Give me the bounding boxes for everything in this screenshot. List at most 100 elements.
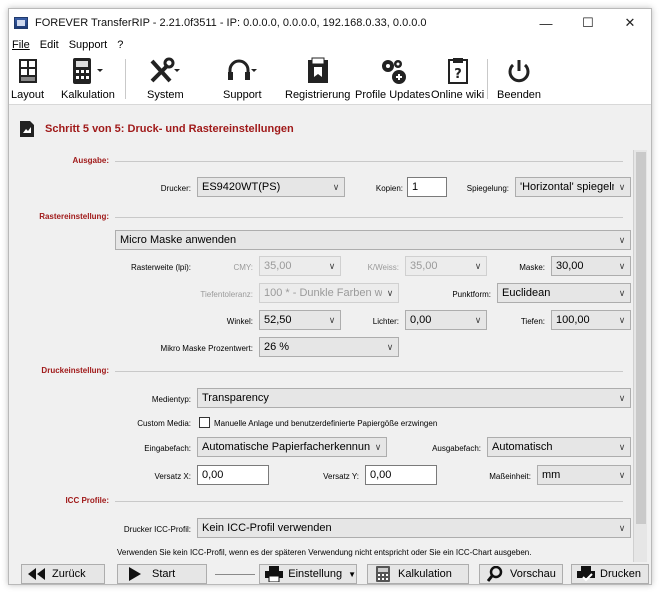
eingabefach-select[interactable]: Automatische Papierfacherkennung ∨ — [197, 437, 387, 457]
toolbar-kalkulation-button[interactable]: Kalkulation — [61, 55, 115, 101]
medientyp-select[interactable]: Transparency ∨ — [197, 388, 631, 408]
wizard-content: Schritt 5 von 5: Druck- und Rastereinste… — [9, 106, 651, 584]
print-settings-icon — [20, 121, 34, 137]
chevron-down-icon: ∨ — [618, 392, 626, 403]
zurueck-label: Zurück — [52, 568, 86, 580]
tiefen-select[interactable]: 100,00 ∨ — [551, 310, 631, 330]
toolbar-system-button[interactable]: System — [147, 55, 184, 101]
versatz-y-input[interactable]: 0,00 — [365, 465, 437, 485]
icc-hint: Verwenden Sie kein ICC-Profil, wenn es d… — [117, 548, 532, 557]
toolbar-support-button[interactable]: Support — [223, 55, 262, 101]
play-icon — [118, 567, 152, 581]
title-bar: FOREVER TransferRIP - 2.21.0f3511 - IP: … — [9, 9, 651, 37]
power-icon — [506, 55, 532, 87]
menu-help[interactable]: ? — [117, 39, 123, 51]
drucker-icc-select[interactable]: Kein ICC-Profil verwenden ∨ — [197, 518, 631, 538]
drucker-icc-value: Kein ICC-Profil verwenden — [202, 522, 332, 534]
maske-select[interactable]: 30,00 ∨ — [551, 256, 631, 276]
custom-media-checkbox[interactable] — [199, 417, 210, 428]
toolbar-registrierung-button[interactable]: Registrierung — [285, 55, 350, 101]
layout-icon — [18, 55, 38, 87]
wiki-clipboard-icon: ? — [447, 55, 469, 87]
kweiss-label: K/Weiss: — [367, 263, 399, 272]
custom-media-label: Custom Media: — [137, 419, 191, 428]
window-title: FOREVER TransferRIP - 2.21.0f3511 - IP: … — [35, 17, 427, 29]
mikro-maske-value: 26 % — [264, 341, 290, 353]
mikro-maske-select[interactable]: 26 % ∨ — [259, 337, 399, 357]
toolbar-separator — [125, 59, 126, 99]
medientyp-label: Medientyp: — [151, 395, 191, 404]
vertical-scrollbar[interactable] — [633, 150, 647, 562]
maske-label: Maske: — [519, 263, 545, 272]
drucker-label: Drucker: — [160, 184, 191, 193]
raster-mode-select[interactable]: Micro Maske anwenden ∨ — [115, 230, 631, 250]
close-button[interactable]: ✕ — [609, 9, 651, 37]
headset-icon — [225, 55, 259, 87]
winkel-label: Winkel: — [226, 317, 253, 326]
ausgabefach-select[interactable]: Automatisch ∨ — [487, 437, 631, 457]
section-divider — [115, 501, 623, 502]
toolbar-registrierung-label: Registrierung — [285, 89, 351, 101]
raster-mode-value: Micro Maske anwenden — [120, 234, 237, 246]
start-button[interactable]: Start — [117, 564, 207, 584]
menu-file[interactable]: File — [12, 39, 30, 51]
tiefentoleranz-select[interactable]: 100 * - Dunkle Farben weniger ∨ — [259, 283, 399, 303]
maximize-button[interactable]: ☐ — [567, 9, 609, 37]
cmy-select[interactable]: 35,00 ∨ — [259, 256, 341, 276]
menu-edit[interactable]: Edit — [40, 39, 59, 51]
toolbar-layout-button[interactable]: Layout — [11, 55, 44, 101]
zurueck-button[interactable]: Zurück — [21, 564, 105, 584]
kweiss-select[interactable]: 35,00 ∨ — [405, 256, 487, 276]
toolbar-online-wiki-button[interactable]: ? Online wiki — [431, 55, 484, 101]
spiegelung-select[interactable]: 'Horizontal' spiegeln ∨ — [515, 177, 631, 197]
chevron-down-icon: ∨ — [618, 234, 626, 245]
einstellung-button[interactable]: Einstellung ▼ — [259, 564, 357, 584]
masseinheit-label: Maßeinheit: — [489, 472, 531, 481]
winkel-select[interactable]: 52,50 ∨ — [259, 310, 341, 330]
chevron-down-icon: ∨ — [618, 522, 626, 533]
chevron-down-icon: ∨ — [328, 314, 336, 325]
menu-support[interactable]: Support — [69, 39, 108, 51]
step-title: Schritt 5 von 5: Druck- und Rastereinste… — [45, 123, 294, 135]
minimize-button[interactable]: — — [525, 9, 567, 37]
double-left-arrow-icon — [22, 568, 52, 580]
scrollbar-thumb[interactable] — [636, 152, 646, 524]
toolbar: Layout Kalkulation System Support Regist… — [9, 53, 651, 105]
kopien-label: Kopien: — [375, 184, 403, 193]
cmy-label: CMY: — [233, 263, 253, 272]
toolbar-beenden-button[interactable]: Beenden — [497, 55, 541, 101]
chevron-down-icon: ∨ — [618, 287, 626, 298]
chevron-down-icon: ∨ — [332, 181, 340, 192]
masseinheit-select[interactable]: mm ∨ — [537, 465, 631, 485]
punktform-select[interactable]: Euclidean ∨ — [497, 283, 631, 303]
kalkulation-button[interactable]: Kalkulation — [367, 564, 469, 584]
drucker-select[interactable]: ES9420WT(PS) ∨ — [197, 177, 345, 197]
section-druckeinstellung: Druckeinstellung: — [41, 366, 109, 375]
drucken-button[interactable]: Drucken — [571, 564, 649, 584]
punktform-value: Euclidean — [502, 287, 551, 299]
wizard-footer: Zurück Start Einstellung ▼ Kalkulation V… — [9, 564, 651, 584]
tools-icon — [148, 55, 182, 87]
custom-media-text: Manuelle Anlage und benutzerdefinierte P… — [214, 419, 438, 428]
versatz-x-input[interactable]: 0,00 — [197, 465, 269, 485]
spiegelung-value: 'Horizontal' spiegeln — [520, 181, 614, 193]
svg-text:?: ? — [454, 67, 462, 82]
chevron-down-icon: ∨ — [474, 260, 482, 271]
app-icon — [14, 17, 28, 29]
print-check-icon — [572, 566, 600, 582]
lichter-label: Lichter: — [372, 317, 399, 326]
lichter-select[interactable]: 0,00 ∨ — [405, 310, 487, 330]
tiefentoleranz-label: Tiefentoleranz: — [200, 290, 253, 299]
toolbar-profile-updates-button[interactable]: Profile Updates — [355, 55, 430, 101]
chevron-down-icon: ∨ — [618, 469, 626, 480]
vorschau-button[interactable]: Vorschau — [479, 564, 563, 584]
toolbar-online-wiki-label: Online wiki — [431, 89, 485, 101]
step-header: Schritt 5 von 5: Druck- und Rastereinste… — [19, 120, 294, 138]
calculator-icon — [71, 55, 105, 87]
gears-update-icon — [378, 55, 408, 87]
toolbar-layout-label: Layout — [11, 89, 45, 101]
masseinheit-value: mm — [542, 469, 561, 481]
versatz-x-label: Versatz X: — [154, 472, 191, 481]
kopien-input[interactable]: 1 — [407, 177, 447, 197]
chevron-down-icon: ∨ — [386, 287, 394, 298]
